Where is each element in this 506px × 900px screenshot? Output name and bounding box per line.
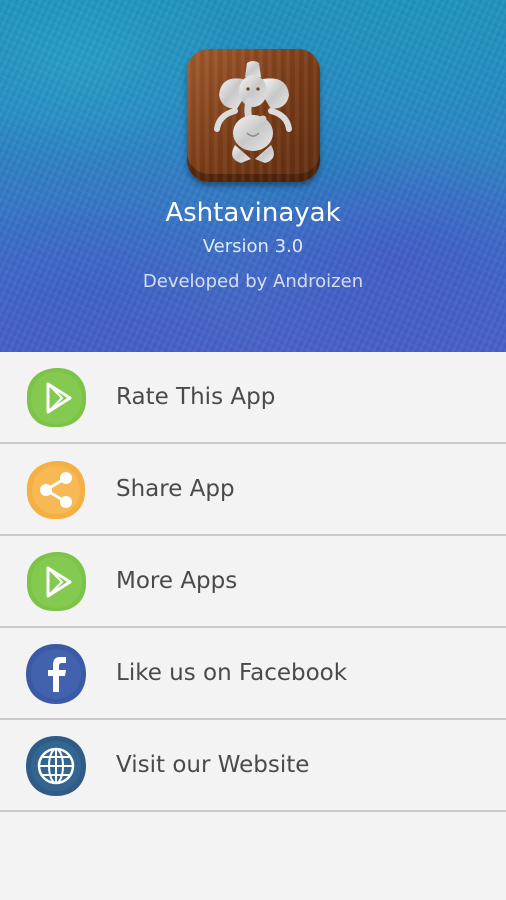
app-icon <box>187 49 320 182</box>
share-icon <box>26 460 86 520</box>
facebook-item[interactable]: Like us on Facebook <box>0 628 506 720</box>
facebook-label: Like us on Facebook <box>116 660 348 686</box>
globe-icon <box>26 736 86 796</box>
facebook-icon <box>26 644 86 704</box>
ganesha-icon <box>214 61 292 163</box>
play-store-icon <box>26 367 87 428</box>
website-item[interactable]: Visit our Website <box>0 720 506 812</box>
rate-app-label: Rate This App <box>116 384 276 410</box>
developer-credit: Developed by Androizen <box>142 271 364 292</box>
website-label: Visit our Website <box>116 752 310 778</box>
app-version: Version 3.0 <box>202 236 304 257</box>
more-apps-label: More Apps <box>116 568 238 594</box>
about-header: Ashtavinayak Version 3.0 Developed by An… <box>0 0 506 352</box>
more-apps-item[interactable]: More Apps <box>0 536 506 628</box>
share-app-label: Share App <box>116 476 235 502</box>
share-app-item[interactable]: Share App <box>0 444 506 536</box>
play-store-icon <box>26 551 87 612</box>
rate-app-item[interactable]: Rate This App <box>0 352 506 444</box>
menu-list: Rate This App Share App More Apps Like u… <box>0 352 506 812</box>
app-name: Ashtavinayak <box>165 198 341 228</box>
